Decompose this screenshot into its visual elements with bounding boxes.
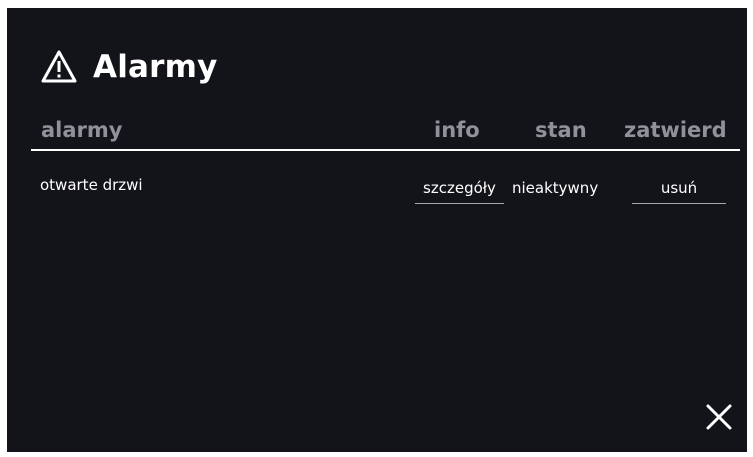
close-icon xyxy=(706,404,732,430)
page-title: Alarmy xyxy=(41,42,218,92)
alarms-panel: Alarmy alarmy info stan zatwierd otwarte… xyxy=(7,8,747,452)
column-header-info: info xyxy=(434,118,480,142)
alarm-status: nieaktywny xyxy=(512,179,599,197)
warning-triangle-icon xyxy=(41,50,77,83)
column-header-zatwierd: zatwierd xyxy=(624,118,727,142)
header-divider xyxy=(31,149,740,151)
details-button[interactable]: szczegóły xyxy=(415,179,504,204)
delete-button[interactable]: usuń xyxy=(632,179,726,204)
alarm-name: otwarte drzwi xyxy=(40,176,143,194)
title-text: Alarmy xyxy=(93,49,218,85)
column-header-alarmy: alarmy xyxy=(41,118,123,142)
close-button[interactable] xyxy=(703,401,735,433)
column-header-stan: stan xyxy=(535,118,587,142)
